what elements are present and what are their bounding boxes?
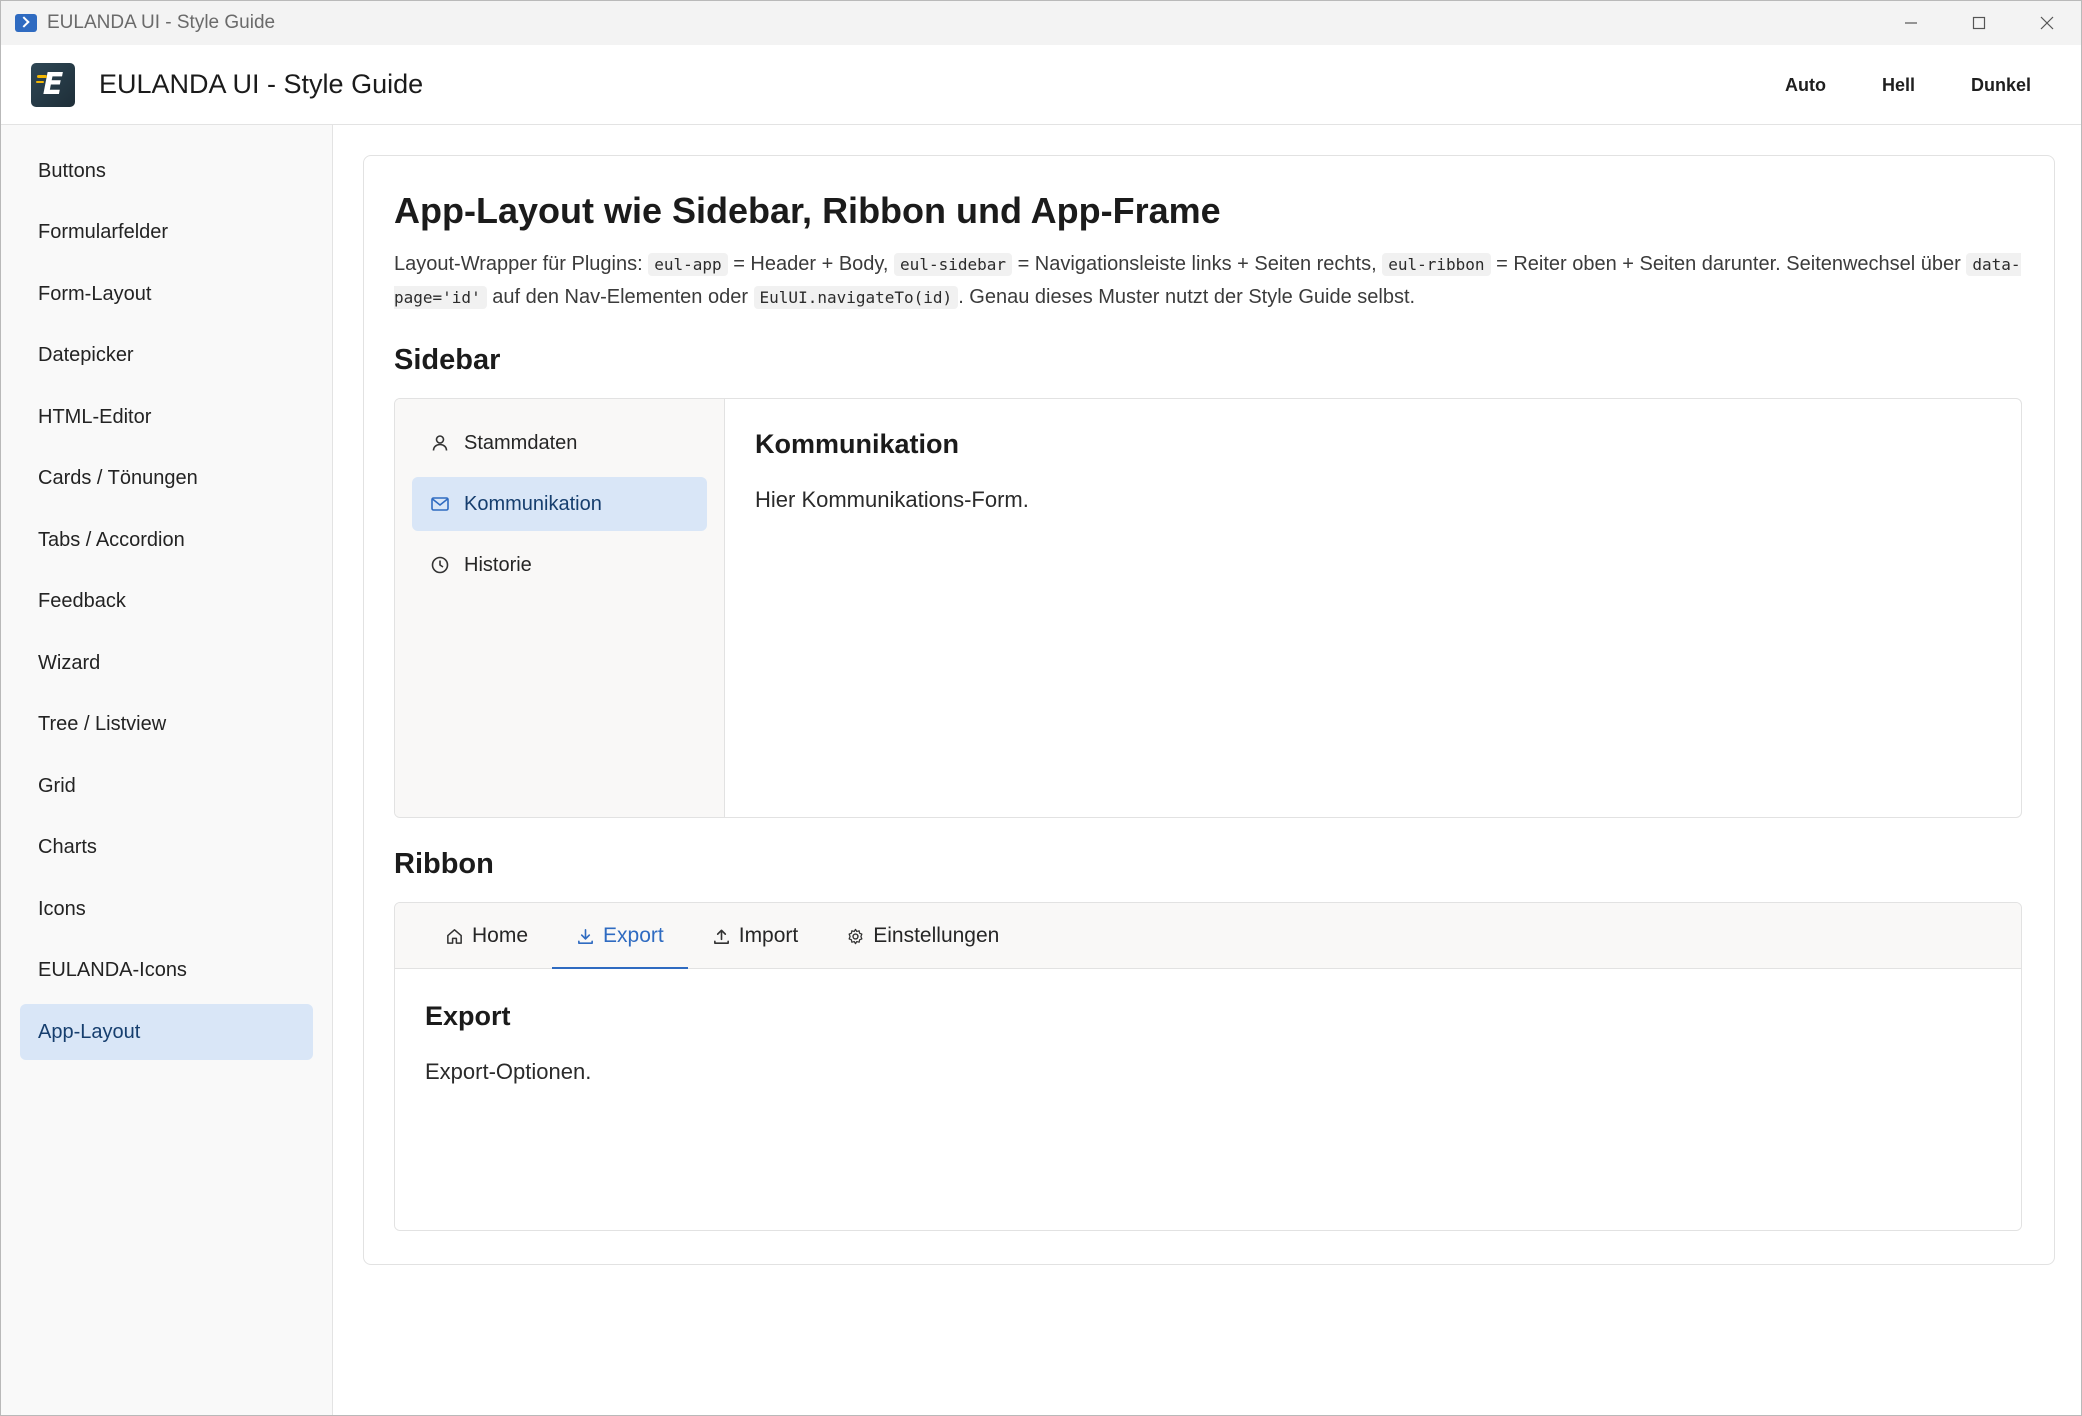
sidebar-item-wizard[interactable]: Wizard [20, 635, 313, 691]
sidebar-item-datepicker[interactable]: Datepicker [20, 328, 313, 384]
ribbon-tab-home[interactable]: Home [421, 903, 552, 969]
code-snippet: eul-app [648, 253, 728, 276]
sidebar-demo: Stammdaten Kommunikation Historie Kommun… [394, 398, 2022, 818]
sidebar-item-html-editor[interactable]: HTML-Editor [20, 389, 313, 445]
theme-auto-button[interactable]: Auto [1775, 67, 1836, 104]
ribbon-tab-label: Export [603, 924, 664, 947]
sidebar-item-app-layout[interactable]: App-Layout [20, 1004, 313, 1060]
content-card: App-Layout wie Sidebar, Ribbon und App-F… [363, 155, 2055, 1265]
code-snippet: EulUI.navigateTo(id) [753, 286, 959, 309]
ribbon-content-body: Export-Optionen. [425, 1059, 592, 1084]
demo-sidebar-item-label: Historie [464, 553, 532, 576]
person-icon [432, 435, 448, 451]
sidebar-item-form-layout[interactable]: Form-Layout [20, 266, 313, 322]
minimize-button[interactable] [1877, 1, 1945, 45]
theme-dark-button[interactable]: Dunkel [1961, 67, 2041, 104]
demo-sidebar-item-kommunikation[interactable]: Kommunikation [412, 477, 707, 531]
ribbon-content: Export Export-Optionen. [395, 969, 2021, 1230]
demo-sidebar-content: Kommunikation Hier Kommunikations-Form. [725, 399, 2021, 817]
home-icon [447, 928, 462, 944]
close-button[interactable] [2013, 1, 2081, 45]
ribbon-tab-label: Import [738, 924, 799, 947]
code-snippet: eul-ribbon [1382, 253, 1491, 276]
title-bar: EULANDA UI - Style Guide [1, 1, 2081, 45]
ribbon-content-title: Export [425, 1001, 511, 1031]
sidebar-item-charts[interactable]: Charts [20, 820, 313, 876]
demo-sidebar-content-title: Kommunikation [755, 429, 960, 459]
demo-sidebar-nav: Stammdaten Kommunikation Historie [395, 399, 725, 817]
demo-sidebar-item-label: Kommunikation [464, 492, 602, 515]
ribbon-tab-einstellungen[interactable]: Einstellungen [822, 903, 1023, 969]
theme-switcher: Auto Hell Dunkel [1775, 45, 2041, 125]
gear-icon [848, 928, 863, 944]
ribbon-heading: Ribbon [394, 848, 494, 880]
window-controls [1877, 1, 2081, 45]
desc-text: = Reiter oben + Seiten darunter. Seitenw… [1490, 253, 1967, 275]
sidebar-item-tree-listview[interactable]: Tree / Listview [20, 697, 313, 753]
ribbon-demo: Home Export Import Einstellungen Export … [394, 902, 2022, 1231]
logo-spark [36, 80, 44, 83]
window-title: EULANDA UI - Style Guide [47, 12, 276, 33]
sidebar-item-icons[interactable]: Icons [20, 881, 313, 937]
desc-text: = Navigationsleiste links + Seiten recht… [1012, 253, 1383, 275]
app-header: E EULANDA UI - Style Guide Auto Hell Dun… [1, 45, 2081, 125]
sidebar-item-grid[interactable]: Grid [20, 758, 313, 814]
ribbon-tab-export[interactable]: Export [552, 903, 688, 970]
minimize-icon [1905, 22, 1917, 24]
logo-letter: E [42, 67, 64, 102]
code-snippet: eul-sidebar [894, 253, 1013, 276]
demo-sidebar-item-stammdaten[interactable]: Stammdaten [412, 416, 707, 470]
sidebar-item-tabs-accordion[interactable]: Tabs / Accordion [20, 512, 313, 568]
app-window: EULANDA UI - Style Guide E EULANDA UI - … [0, 0, 2082, 1416]
close-icon [2040, 16, 2054, 30]
powershell-icon [15, 14, 37, 32]
desc-text: Layout-Wrapper für Plugins: [394, 253, 649, 275]
clock-icon [431, 556, 449, 574]
main-content: App-Layout wie Sidebar, Ribbon und App-F… [333, 125, 2081, 1415]
desc-text: . Genau dieses Muster nutzt der Style Gu… [958, 286, 1416, 308]
demo-sidebar-item-label: Stammdaten [464, 431, 578, 454]
sidebar-item-eulanda-icons[interactable]: EULANDA-Icons [20, 943, 313, 999]
demo-sidebar-item-historie[interactable]: Historie [412, 538, 707, 592]
mail-icon [431, 497, 449, 511]
eulanda-logo: E [31, 62, 75, 107]
maximize-icon [1972, 16, 1986, 30]
page-description: Layout-Wrapper für Plugins: eul-app = He… [394, 248, 2034, 314]
ribbon-tab-import[interactable]: Import [688, 903, 823, 969]
ribbon-tab-bar: Home Export Import Einstellungen [395, 903, 2021, 970]
desc-text: = Header + Body, [727, 253, 895, 275]
sidebar-item-buttons[interactable]: Buttons [20, 143, 313, 199]
maximize-button[interactable] [1945, 1, 2013, 45]
download-icon [578, 928, 593, 944]
logo-spark [37, 74, 47, 78]
ribbon-tab-label: Einstellungen [873, 924, 1000, 947]
sidebar-heading: Sidebar [394, 344, 501, 376]
main-sidebar: Buttons Formularfelder Form-Layout Datep… [1, 125, 333, 1415]
sidebar-item-feedback[interactable]: Feedback [20, 574, 313, 630]
theme-light-button[interactable]: Hell [1872, 67, 1925, 104]
desc-text: auf den Nav-Elementen oder [486, 286, 754, 308]
app-title: EULANDA UI - Style Guide [99, 69, 424, 99]
demo-sidebar-content-body: Hier Kommunikations-Form. [755, 487, 1029, 512]
sidebar-item-cards[interactable]: Cards / Tönungen [20, 451, 313, 507]
page-title: App-Layout wie Sidebar, Ribbon und App-F… [394, 190, 1221, 231]
sidebar-item-formularfelder[interactable]: Formularfelder [20, 205, 313, 261]
ribbon-tab-label: Home [472, 924, 529, 947]
upload-icon [713, 929, 729, 944]
